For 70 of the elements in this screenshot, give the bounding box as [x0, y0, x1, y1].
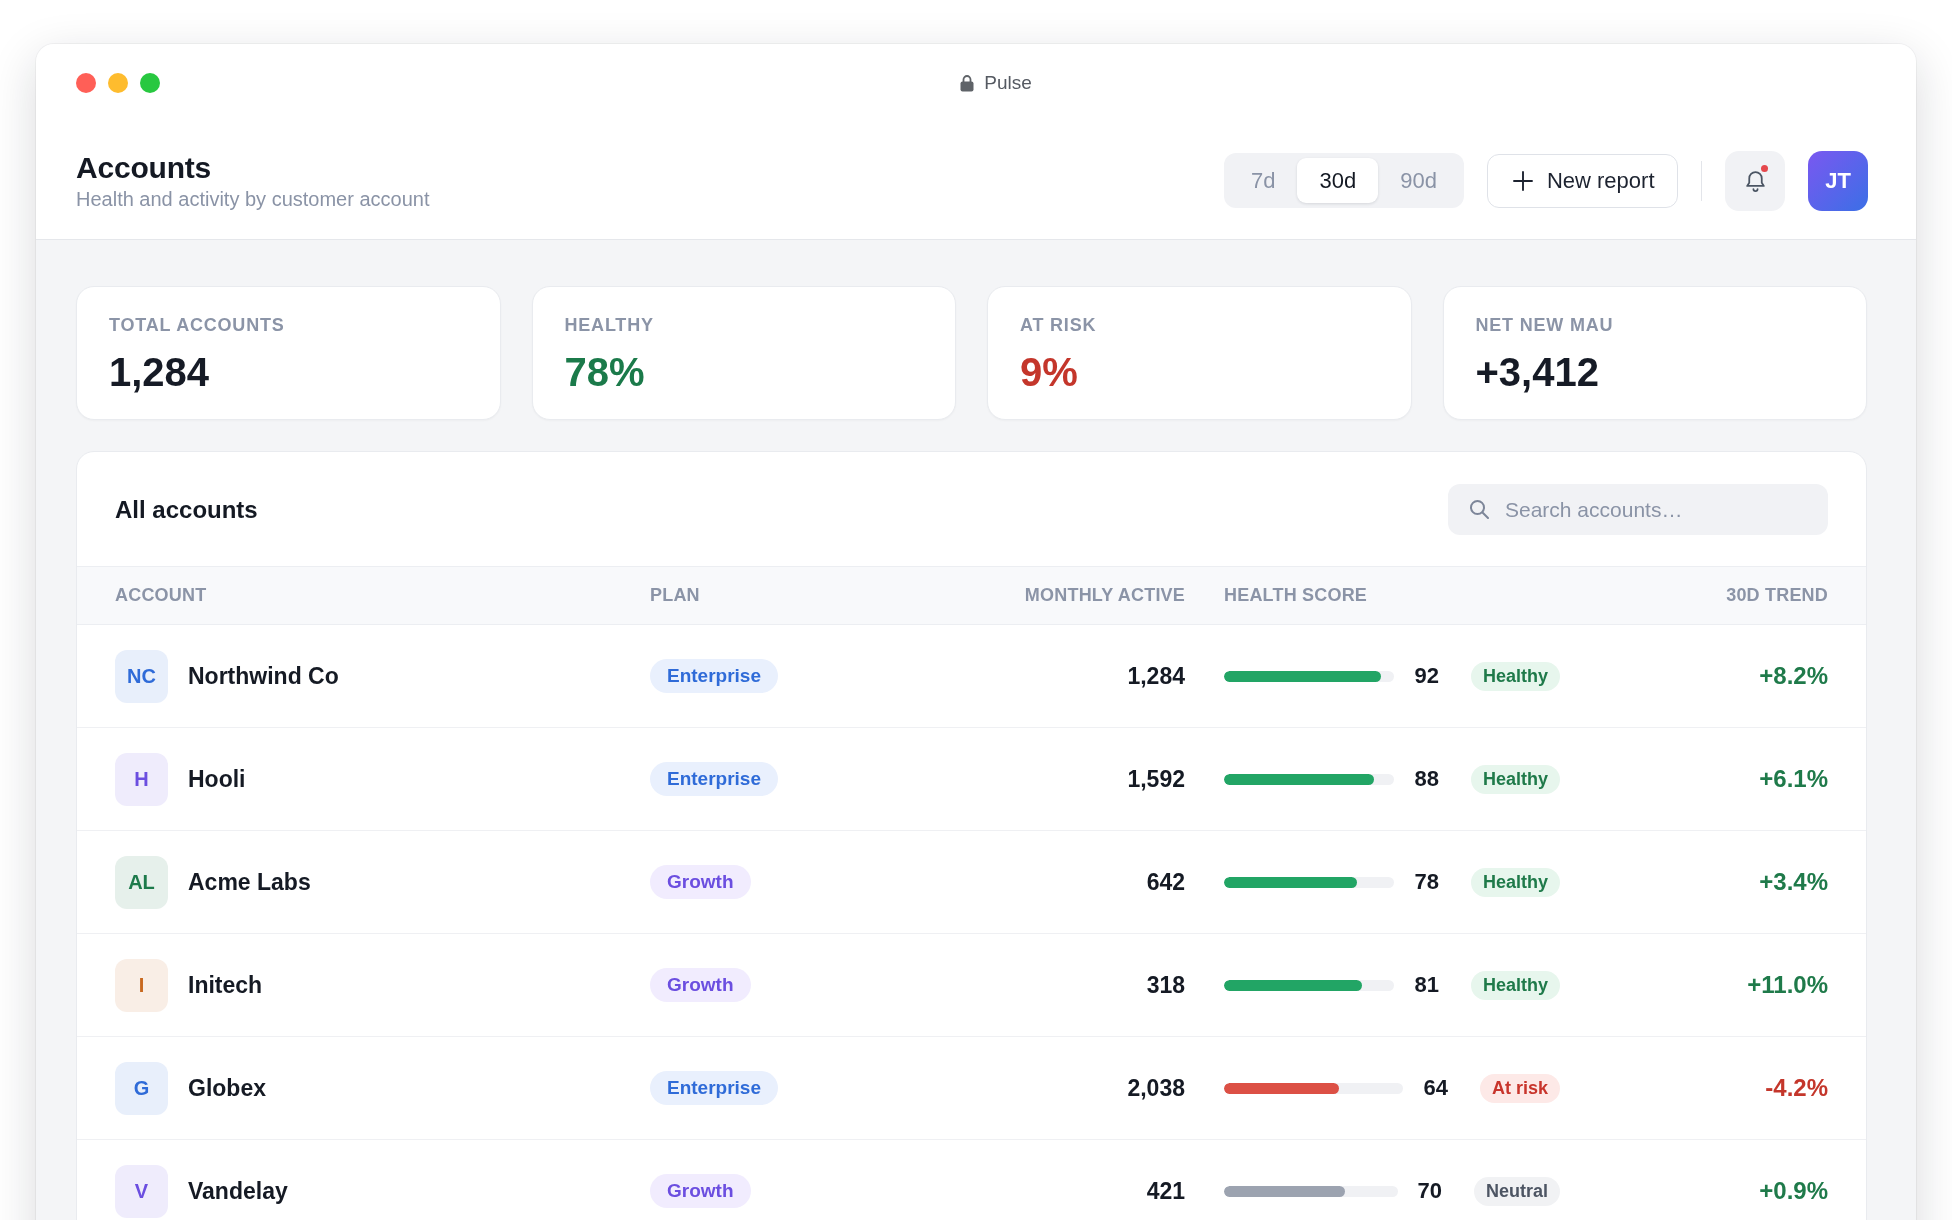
plan-badge: Enterprise: [650, 1071, 778, 1105]
status-badge: At risk: [1479, 1073, 1560, 1103]
monthly-active-value: 318: [1145, 971, 1185, 999]
column-header: PLAN: [650, 585, 701, 606]
account-name[interactable]: Acme Labs: [188, 868, 311, 896]
stat-label: TOTAL ACCOUNTS: [109, 314, 286, 336]
health-score-value: 81: [1414, 972, 1439, 998]
status-badge: Healthy: [1470, 867, 1560, 897]
search-field[interactable]: Search accounts…: [1448, 484, 1828, 535]
monthly-active-value: 2,038: [1126, 1074, 1185, 1102]
stat-value: 78%: [564, 349, 646, 396]
plan-badge: Growth: [650, 968, 751, 1002]
stat-label: NET NEW MAU: [1475, 314, 1615, 336]
plan-badge: Growth: [650, 865, 751, 899]
health-score-value: 64: [1423, 1075, 1448, 1101]
search-icon: [1469, 499, 1489, 519]
monthly-active-value: 642: [1145, 868, 1185, 896]
user-avatar[interactable]: JT: [1808, 150, 1868, 211]
account-avatar: V: [115, 1164, 168, 1218]
trend-value: +0.9%: [1758, 1177, 1828, 1205]
stat-label: HEALTHY: [564, 314, 655, 336]
account-name[interactable]: Hooli: [188, 765, 246, 793]
stat-value: 1,284: [109, 349, 211, 396]
account-name[interactable]: Northwind Co: [188, 662, 339, 690]
account-avatar: I: [115, 958, 168, 1012]
stat-label: AT RISK: [1020, 314, 1098, 336]
health-score-value: 70: [1417, 1178, 1442, 1204]
range-tab[interactable]: 30d: [1297, 158, 1379, 203]
monthly-active-value: 1,592: [1126, 765, 1185, 793]
trend-value: +8.2%: [1758, 662, 1828, 690]
monthly-active-value: 421: [1145, 1177, 1185, 1205]
notifications-button[interactable]: [1725, 150, 1785, 211]
minimize-button[interactable]: [108, 73, 128, 93]
maximize-button[interactable]: [140, 73, 160, 93]
column-header: 30D TREND: [1725, 585, 1828, 606]
plan-badge: Growth: [650, 1174, 751, 1208]
new-report-button[interactable]: New report: [1486, 153, 1678, 208]
status-badge: Neutral: [1474, 1176, 1560, 1206]
account-name[interactable]: Vandelay: [188, 1177, 288, 1205]
page-title: Accounts: [76, 149, 213, 186]
window-title: Pulse: [984, 72, 1032, 94]
trend-value: +3.4%: [1758, 868, 1828, 896]
monthly-active-value: 1,284: [1126, 662, 1185, 690]
status-badge: Healthy: [1470, 764, 1560, 794]
status-badge: Healthy: [1470, 970, 1560, 1000]
account-name[interactable]: Globex: [188, 1074, 266, 1102]
health-score-value: 88: [1414, 766, 1439, 792]
page-subtitle: Health and activity by customer account: [76, 186, 430, 212]
account-name[interactable]: Initech: [188, 971, 263, 999]
column-header: ACCOUNT: [115, 585, 208, 606]
close-button[interactable]: [76, 73, 96, 93]
column-header: MONTHLY ACTIVE: [1023, 585, 1185, 606]
status-badge: Healthy: [1470, 661, 1560, 691]
trend-value: -4.2%: [1764, 1074, 1828, 1102]
lock-icon: [960, 74, 975, 92]
trend-value: +6.1%: [1758, 765, 1828, 793]
stat-value: +3,412: [1475, 349, 1600, 396]
stat-value: 9%: [1020, 349, 1079, 396]
health-score-value: 78: [1414, 869, 1439, 895]
health-score-value: 92: [1414, 663, 1439, 689]
account-avatar: G: [115, 1061, 168, 1115]
column-header: HEALTH SCORE: [1223, 585, 1369, 606]
plan-badge: Enterprise: [650, 762, 778, 796]
account-avatar: H: [115, 752, 168, 806]
trend-value: +11.0%: [1746, 971, 1828, 999]
table-title: All accounts: [115, 495, 258, 524]
account-avatar: NC: [115, 649, 168, 703]
plan-badge: Enterprise: [650, 659, 778, 693]
plus-icon: [1512, 170, 1533, 191]
account-avatar: AL: [115, 855, 168, 909]
